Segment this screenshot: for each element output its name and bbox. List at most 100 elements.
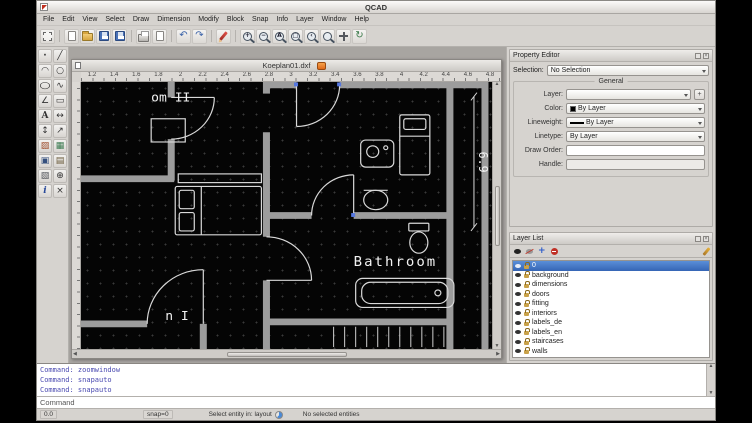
menu-snap[interactable]: Snap (248, 16, 272, 23)
dimension-vertical-tool[interactable] (38, 124, 52, 138)
menu-edit[interactable]: Edit (58, 16, 78, 23)
layer-row[interactable]: labels_de (513, 318, 709, 328)
library-tool[interactable] (53, 154, 67, 168)
linetype-combo[interactable]: By Layer (566, 131, 705, 142)
layer-lock-icon[interactable] (524, 293, 529, 297)
layer-row[interactable]: interiors (513, 309, 709, 319)
stairs[interactable] (334, 327, 444, 347)
circle-tool[interactable] (53, 64, 67, 78)
edit-layer-icon[interactable] (702, 247, 710, 256)
layer-row[interactable]: dimensions (513, 280, 709, 290)
leader-tool[interactable] (53, 124, 67, 138)
solid-tool[interactable] (38, 169, 52, 183)
layer-visibility-icon[interactable] (515, 321, 521, 325)
show-all-layers-icon[interactable] (514, 249, 521, 254)
horizontal-scroll-thumb[interactable] (227, 352, 347, 357)
line-tool[interactable] (53, 49, 67, 63)
print-button[interactable] (136, 29, 151, 44)
zoom-pan-button[interactable] (336, 29, 351, 44)
spline-tool[interactable] (53, 79, 67, 93)
layer-list-header[interactable]: Layer List × (510, 233, 712, 245)
layer-visibility-icon[interactable] (515, 311, 521, 315)
document-close-button[interactable] (317, 62, 326, 70)
walls[interactable] (81, 82, 488, 349)
property-editor-header[interactable]: Property Editor × (510, 50, 712, 62)
layer-visibility-icon[interactable] (515, 349, 521, 353)
layer-lock-icon[interactable] (524, 331, 529, 335)
layer-row[interactable]: background (513, 271, 709, 281)
layer-lock-icon[interactable] (524, 341, 529, 345)
window-titlebar[interactable]: QCAD (37, 1, 715, 14)
drawing-canvas[interactable]: om II Bathroom n I 6.9 (81, 82, 492, 349)
menu-dimension[interactable]: Dimension (153, 16, 194, 23)
menu-block[interactable]: Block (223, 16, 248, 23)
layer-lock-icon[interactable] (524, 350, 529, 354)
layer-combo[interactable] (566, 89, 691, 100)
command-history-scrollbar[interactable]: ▲ ▼ (706, 364, 715, 396)
panel-close-button[interactable]: × (703, 53, 709, 59)
scroll-left-icon[interactable]: ◀ (73, 352, 77, 357)
menu-draw[interactable]: Draw (129, 16, 153, 23)
layer-row[interactable]: walls (513, 347, 709, 357)
image-tool[interactable] (53, 139, 67, 153)
scroll-up-icon[interactable]: ▲ (709, 364, 714, 369)
zoom-redraw-button[interactable] (352, 29, 367, 44)
layer-row[interactable]: windows (513, 356, 709, 358)
new-file-button[interactable] (64, 29, 79, 44)
info-tool[interactable] (38, 184, 52, 198)
layer-row[interactable]: staircases (513, 337, 709, 347)
layer-lock-icon[interactable] (524, 303, 529, 307)
lineweight-combo[interactable]: By Layer (566, 117, 705, 128)
layer-visibility-icon[interactable] (515, 340, 521, 344)
ellipse-tool[interactable] (38, 79, 52, 93)
draw-pencil-button[interactable] (216, 29, 231, 44)
command-input[interactable]: Command (37, 396, 715, 408)
print-preview-button[interactable] (152, 29, 167, 44)
rectangle-tool[interactable] (53, 94, 67, 108)
modify-tool[interactable] (53, 184, 67, 198)
zoom-window-button[interactable]: □ (288, 29, 303, 44)
layer-visibility-icon[interactable] (515, 273, 521, 277)
layer-visibility-icon[interactable] (515, 330, 521, 334)
dimension-horizontal-tool[interactable] (53, 109, 67, 123)
layer-select-button[interactable]: + (694, 89, 705, 100)
bath-fixtures[interactable] (356, 140, 454, 307)
block-tool[interactable] (38, 154, 52, 168)
zoom-out-button[interactable]: − (256, 29, 271, 44)
menu-help[interactable]: Help (351, 16, 373, 23)
layer-lock-icon[interactable] (524, 312, 529, 316)
layer-row[interactable]: fitting (513, 299, 709, 309)
hide-all-layers-icon[interactable] (526, 249, 533, 254)
point-tool[interactable] (38, 49, 52, 63)
color-combo[interactable]: By Layer (566, 103, 705, 114)
undo-button[interactable] (176, 29, 191, 44)
panel-close-button[interactable]: × (703, 236, 709, 242)
zoom-selection-button[interactable] (320, 29, 335, 44)
layer-row[interactable]: 0 (513, 261, 709, 271)
menu-select[interactable]: Select (101, 16, 128, 23)
snap-tool[interactable] (53, 169, 67, 183)
doors[interactable] (147, 85, 354, 324)
layer-lock-icon[interactable] (524, 284, 529, 288)
polyline-tool[interactable] (38, 94, 52, 108)
zoom-in-button[interactable]: + (240, 29, 255, 44)
layer-visibility-icon[interactable] (515, 264, 521, 268)
layer-lock-icon[interactable] (524, 322, 529, 326)
vertical-scroll-thumb[interactable] (495, 186, 500, 246)
menu-file[interactable]: File (39, 16, 58, 23)
scroll-up-icon[interactable]: ▲ (495, 82, 500, 87)
layer-visibility-icon[interactable] (515, 292, 521, 296)
open-file-button[interactable] (80, 29, 95, 44)
menu-info[interactable]: Info (272, 16, 292, 23)
selection-button[interactable] (40, 29, 55, 44)
layer-row[interactable]: doors (513, 290, 709, 300)
selection-combo[interactable]: No Selection (547, 65, 709, 76)
hatch-tool[interactable] (38, 139, 52, 153)
layer-lock-icon[interactable] (524, 274, 529, 278)
layer-visibility-icon[interactable] (515, 302, 521, 306)
remove-layer-icon[interactable] (551, 248, 558, 255)
document-vertical-scrollbar[interactable]: ▲ ▼ (492, 82, 501, 349)
document-horizontal-scrollbar[interactable]: ◀ ▶ (72, 349, 501, 358)
zoom-previous-button[interactable]: ‹ (304, 29, 319, 44)
draw-order-input[interactable] (566, 145, 705, 156)
